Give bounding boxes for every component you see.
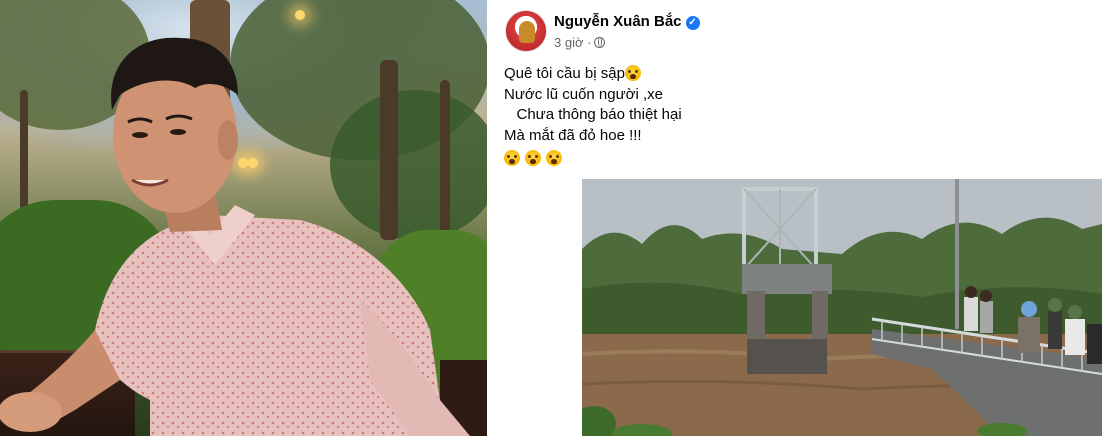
- post-line: Nước lũ cuốn người ,xe: [504, 85, 663, 103]
- facebook-post: Nguyễn Xuân Bắc ✓ 3 giờ · Quê tôi cầu bị …: [488, 0, 1110, 436]
- post-line: Chưa thông báo thiệt hại: [504, 106, 682, 123]
- author-avatar[interactable]: [505, 10, 547, 52]
- crying-face-emoji: [546, 150, 563, 166]
- globe-icon[interactable]: [594, 37, 606, 48]
- post-meta: 3 giờ ·: [554, 35, 606, 50]
- post-text: Quê tôi cầu bị sập Nước lũ cuốn người ,xe…: [504, 64, 682, 170]
- meta-separator: ·: [587, 35, 592, 50]
- crying-face-emoji: [504, 150, 520, 166]
- verified-badge-icon: ✓: [685, 16, 700, 30]
- profile-photo: [0, 0, 487, 436]
- post-emoji-row: [504, 149, 682, 170]
- collapsed-bridge-photo[interactable]: [582, 179, 1102, 436]
- author-name-row: Nguyễn Xuân Bắc ✓: [554, 13, 700, 30]
- bridge-scene: [582, 179, 1102, 436]
- crying-face-emoji: [624, 65, 641, 81]
- man-figure: [0, 37, 470, 436]
- crying-face-emoji: [525, 150, 542, 166]
- author-name[interactable]: Nguyễn Xuân Bắc: [554, 13, 682, 30]
- post-line: Quê tôi cầu bị sập: [504, 64, 682, 85]
- post-line: Mà mắt đã đỏ hoe !!!: [504, 126, 642, 144]
- avatar-figure: [519, 21, 535, 43]
- post-time[interactable]: 3 giờ: [554, 35, 584, 50]
